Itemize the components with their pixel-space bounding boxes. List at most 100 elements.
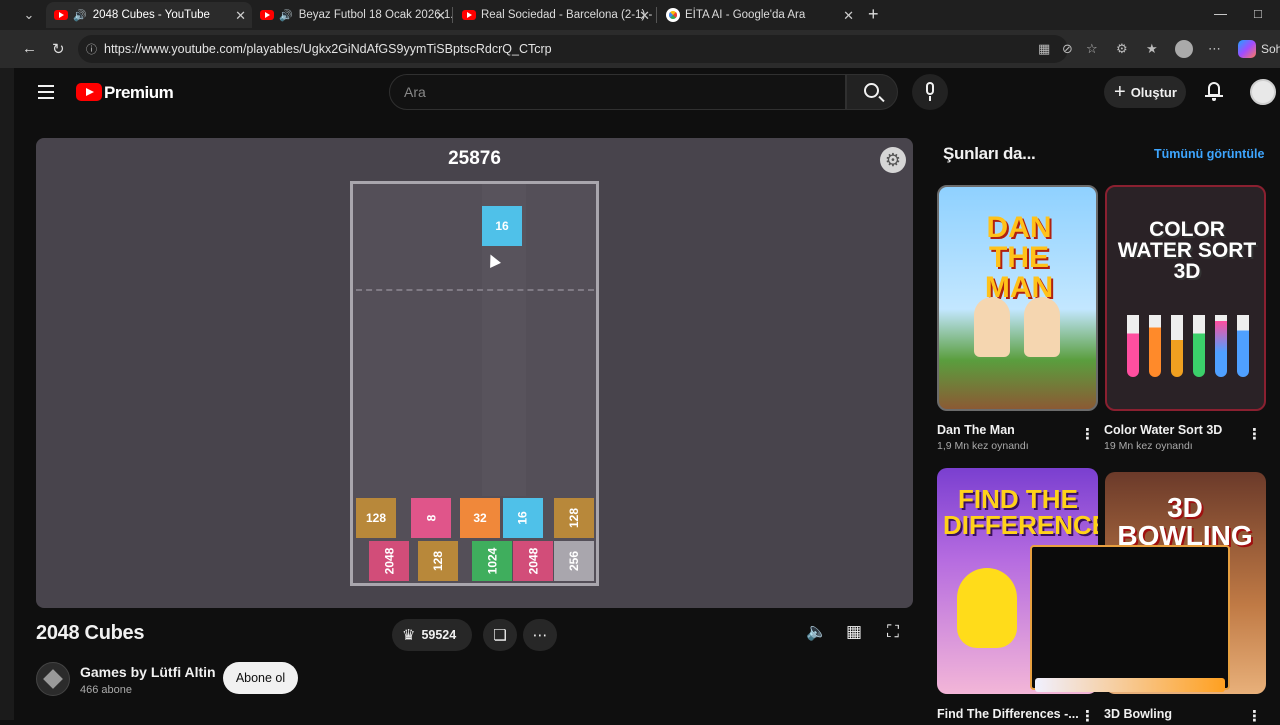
tab-2048-cubes[interactable]: 🔊 2048 Cubes - YouTube ✕ (46, 2, 252, 28)
stacked-cube: 256 (554, 541, 594, 581)
tab-separator (452, 7, 453, 23)
tab-title: EİTA AI - Google'da Ara (685, 9, 806, 21)
plus-icon: + (1114, 81, 1126, 103)
stacked-cube: 32 (460, 498, 500, 538)
tab-beyaz-futbol[interactable]: 🔊 Beyaz Futbol 18 Ocak 2026 1. ✕ (252, 2, 452, 28)
cube-value: 256 (567, 550, 581, 572)
game-card-color-water-sort[interactable]: COLOR WATER SORT 3D (1105, 185, 1266, 411)
create-button[interactable]: + Oluştur (1104, 76, 1186, 108)
falling-cube[interactable]: 16 (482, 206, 522, 246)
more-dots-icon: ⋯ (532, 627, 548, 644)
speaker-icon[interactable]: 🔊 (73, 9, 87, 22)
game-score: 25876 (448, 148, 501, 169)
card-more-icon[interactable]: ⋮ (1247, 707, 1262, 725)
tab-title: Real Sociedad - Barcelona (2-1) - M (481, 9, 656, 21)
google-icon (666, 8, 680, 22)
cube-value: 2048 (525, 547, 540, 575)
fullscreen-icon[interactable]: ⛶ (887, 622, 899, 642)
close-tab-icon[interactable]: ✕ (235, 8, 246, 24)
webcam-overlay (1030, 545, 1230, 690)
tab-real-sociedad[interactable]: Real Sociedad - Barcelona (2-1) - M ✕ (454, 2, 656, 28)
reload-icon[interactable]: ↻ (52, 40, 65, 58)
game-settings-gear-icon[interactable]: ⚙ (880, 147, 906, 173)
create-label: Oluştur (1130, 84, 1177, 100)
danger-line (356, 289, 594, 291)
url-field[interactable]: ⓘ https://www.youtube.com/playables/Ugkx… (78, 35, 1068, 63)
tracking-prevention-icon[interactable]: ⊘ (1062, 41, 1073, 57)
cube-value: 2048 (381, 547, 396, 575)
high-score-button[interactable]: ♛ 59524 (392, 619, 472, 651)
game-title: 2048 Cubes (36, 622, 145, 644)
youtube-logo-icon[interactable] (76, 83, 102, 101)
minimize-icon[interactable]: — (1214, 6, 1227, 21)
url-text: https://www.youtube.com/playables/Ugkx2G… (104, 42, 552, 56)
new-tab-plus-icon[interactable]: + (868, 4, 879, 25)
site-info-icon[interactable]: ⓘ (86, 41, 97, 57)
card-title[interactable]: 3D Bowling (1104, 707, 1172, 721)
thumb-title-text: DAN THE MAN (984, 211, 1054, 304)
extensions-icon[interactable]: ⚙ (1116, 41, 1128, 57)
menu-hamburger-icon[interactable] (38, 85, 54, 99)
youtube-icon (260, 10, 274, 20)
speaker-icon[interactable]: 🔊 (279, 9, 293, 22)
tab-google-search[interactable]: EİTA AI - Google'da Ara ✕ (658, 2, 860, 28)
thumb-title-text: COLOR WATER SORT 3D (1117, 218, 1257, 283)
copilot-label[interactable]: Soh (1261, 42, 1280, 56)
save-bookmark-button[interactable]: ❏ (483, 619, 517, 651)
channel-avatar[interactable] (36, 662, 70, 696)
cube-value: 128 (431, 550, 445, 572)
tab-separator (656, 7, 657, 23)
browser-profile-avatar[interactable] (1175, 40, 1193, 58)
card-play-count: 1,9 Mn kez oynandı (937, 440, 1029, 452)
stacked-cube: 128 (418, 541, 458, 581)
close-tab-icon[interactable]: ✕ (639, 8, 650, 24)
voice-search-button[interactable] (912, 74, 948, 110)
game-card-dan-the-man[interactable]: DAN THE MAN (937, 185, 1098, 411)
theater-mode-icon[interactable]: ▦ (846, 622, 862, 642)
tube-icon (1193, 315, 1205, 377)
cube-value: 128 (365, 511, 387, 525)
youtube-icon (462, 10, 476, 20)
thumb-title-text: FIND THE DIFFERENCES (943, 484, 1098, 540)
more-options-icon[interactable]: ⋯ (1208, 41, 1221, 57)
maximize-icon[interactable]: □ (1254, 6, 1262, 21)
card-title[interactable]: Color Water Sort 3D (1104, 423, 1222, 437)
favorite-star-icon[interactable]: ☆ (1086, 41, 1098, 57)
back-arrow-icon[interactable]: ← (22, 40, 37, 57)
view-all-link[interactable]: Tümünü görüntüle (1154, 147, 1264, 161)
stacked-cube: 1024 (472, 541, 512, 581)
logo-premium-text[interactable]: Premium (104, 83, 174, 103)
character-figure (974, 297, 1010, 357)
app-grid-icon[interactable]: ▦ (1038, 41, 1050, 57)
channel-name[interactable]: Games by Lütfi Altin (80, 664, 216, 680)
copilot-icon[interactable] (1238, 40, 1256, 58)
volume-speaker-icon[interactable]: 🔈 (806, 622, 827, 642)
card-title[interactable]: Find The Differences -... (937, 707, 1079, 721)
card-more-icon[interactable]: ⋮ (1080, 707, 1095, 725)
close-tab-icon[interactable]: ✕ (843, 8, 854, 24)
youtube-icon (54, 10, 68, 20)
tab-list-chevron-icon[interactable]: ⌄ (20, 7, 38, 23)
close-tab-icon[interactable]: ✕ (435, 8, 446, 24)
search-input[interactable]: Ara (389, 74, 846, 110)
stacked-cube: 128 (356, 498, 396, 538)
more-actions-button[interactable]: ⋯ (523, 619, 557, 651)
user-avatar[interactable] (1250, 79, 1276, 105)
stacked-cube: 16 (503, 498, 543, 538)
tube-icon (1171, 315, 1183, 377)
high-score-value: 59524 (421, 628, 457, 642)
card-title[interactable]: Dan The Man (937, 423, 1015, 437)
parrot-figure (957, 568, 1017, 648)
crown-icon: ♛ (402, 627, 416, 644)
bookmark-icon: ❏ (493, 627, 507, 644)
tube-icon (1237, 315, 1249, 377)
subscribe-button[interactable]: Abone ol (223, 662, 298, 694)
card-play-count: 19 Mn kez oynandı (1104, 440, 1193, 452)
microphone-icon (926, 82, 934, 95)
card-more-icon[interactable]: ⋮ (1247, 425, 1262, 443)
search-button[interactable] (846, 74, 898, 110)
favorites-icon[interactable]: ★ (1146, 41, 1158, 57)
webcam-overlay-bar (1035, 678, 1225, 692)
card-more-icon[interactable]: ⋮ (1080, 425, 1095, 443)
notifications-bell-icon[interactable] (1205, 82, 1223, 101)
